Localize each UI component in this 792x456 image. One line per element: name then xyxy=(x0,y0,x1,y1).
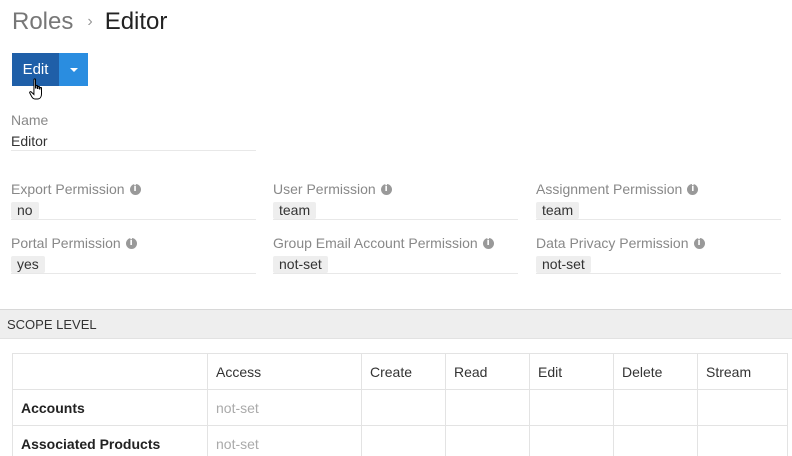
user-permission-field: User Permission i team xyxy=(273,180,392,219)
data-privacy-permission-value: not-set xyxy=(536,256,591,273)
table-row: Associated Products not-set xyxy=(12,425,788,456)
scope-table: Access Create Read Edit Delete Stream Ac… xyxy=(12,353,788,456)
access-value: not-set xyxy=(207,425,362,456)
assignment-permission-value: team xyxy=(536,202,580,219)
column-header-stream: Stream xyxy=(697,353,788,390)
create-cell xyxy=(361,389,446,426)
info-icon[interactable]: i xyxy=(693,237,705,249)
divider xyxy=(536,219,781,220)
info-icon[interactable]: i xyxy=(129,183,141,195)
table-row: Accounts not-set xyxy=(12,389,788,426)
assignment-permission-label: Assignment Permission xyxy=(536,181,683,197)
data-privacy-permission-field: Data Privacy Permission i not-set xyxy=(536,234,705,273)
read-cell xyxy=(445,389,530,426)
column-header-read: Read xyxy=(445,353,530,390)
divider xyxy=(536,273,781,274)
group-email-permission-value: not-set xyxy=(273,256,328,273)
name-value: Editor xyxy=(11,133,48,149)
divider xyxy=(273,219,518,220)
info-icon[interactable]: i xyxy=(687,183,699,195)
divider xyxy=(273,273,518,274)
delete-cell xyxy=(613,389,698,426)
edit-cell xyxy=(529,389,614,426)
scope-name: Associated Products xyxy=(12,425,208,456)
info-icon[interactable]: i xyxy=(125,237,137,249)
name-label: Name xyxy=(11,112,49,128)
group-email-permission-label: Group Email Account Permission xyxy=(273,235,478,251)
edit-dropdown-button[interactable] xyxy=(59,53,88,86)
portal-permission-value: yes xyxy=(11,256,45,273)
delete-cell xyxy=(613,425,698,456)
export-permission-label: Export Permission xyxy=(11,181,125,197)
page-title: Editor xyxy=(104,8,168,35)
scope-level-header: SCOPE LEVEL xyxy=(0,309,792,339)
access-value: not-set xyxy=(207,389,362,426)
create-cell xyxy=(361,425,446,456)
edit-button-group: Edit xyxy=(12,53,88,86)
stream-cell xyxy=(697,389,788,426)
column-header-edit: Edit xyxy=(529,353,614,390)
name-field: Name Editor xyxy=(11,111,48,150)
edit-cell xyxy=(529,425,614,456)
column-header-access: Access xyxy=(207,353,362,390)
breadcrumb-separator: › xyxy=(87,13,93,30)
breadcrumb-roles-link[interactable]: Roles xyxy=(12,7,73,37)
divider xyxy=(11,219,256,220)
column-header-create: Create xyxy=(361,353,446,390)
group-email-permission-field: Group Email Account Permission i not-set xyxy=(273,234,494,273)
user-permission-label: User Permission xyxy=(273,181,376,197)
info-icon[interactable]: i xyxy=(380,183,392,195)
read-cell xyxy=(445,425,530,456)
breadcrumb: Roles › Editor xyxy=(12,7,167,37)
hand-pointer-icon xyxy=(29,78,42,100)
column-header-scope xyxy=(12,353,208,390)
data-privacy-permission-label: Data Privacy Permission xyxy=(536,235,689,251)
portal-permission-field: Portal Permission i yes xyxy=(11,234,137,273)
info-icon[interactable]: i xyxy=(482,237,494,249)
scope-name: Accounts xyxy=(12,389,208,426)
portal-permission-label: Portal Permission xyxy=(11,235,121,251)
stream-cell xyxy=(697,425,788,456)
caret-down-icon xyxy=(69,67,78,72)
divider xyxy=(11,273,256,274)
user-permission-value: team xyxy=(273,202,317,219)
divider xyxy=(11,150,256,151)
assignment-permission-field: Assignment Permission i team xyxy=(536,180,699,219)
export-permission-field: Export Permission i no xyxy=(11,180,141,219)
export-permission-value: no xyxy=(11,202,39,219)
column-header-delete: Delete xyxy=(613,353,698,390)
table-header-row: Access Create Read Edit Delete Stream xyxy=(12,353,788,390)
